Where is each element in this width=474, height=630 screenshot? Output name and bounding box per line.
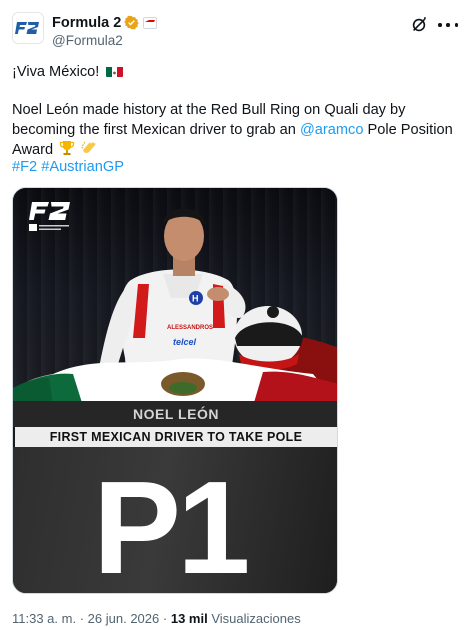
pole-banner: FIRST MEXICAN DRIVER TO TAKE POLE: [15, 427, 337, 447]
avatar[interactable]: [12, 12, 44, 44]
display-name[interactable]: Formula 2: [52, 15, 121, 31]
more-options-icon[interactable]: [438, 16, 458, 34]
account-names: Formula 2 @Formula2: [52, 14, 158, 48]
tweet: Formula 2 @Formula2 ¡Viva México! Noel L…: [0, 0, 474, 630]
f2-logo: [29, 202, 70, 231]
tweet-body: Noel León made history at the Red Bull R…: [12, 100, 462, 160]
hashtags: #F2 #AustrianGP: [12, 157, 462, 177]
tweet-meta: 11:33 a. m. · 26 jun. 2026 · 13 mil Visu…: [12, 611, 301, 626]
tweet-time[interactable]: 11:33 a. m.: [12, 611, 76, 626]
svg-text:P1: P1: [93, 469, 247, 581]
tweet-media[interactable]: H ALESSANDROS telcel NOEL LEÓN FIRST MEX…: [12, 187, 338, 594]
verified-badge-icon: [124, 15, 139, 30]
p1-text: P1: [93, 469, 251, 581]
views-label: Visualizaciones: [211, 611, 301, 626]
mention-link[interactable]: @aramco: [300, 122, 363, 138]
tweet-greeting: ¡Viva México!: [12, 64, 100, 80]
affiliate-badge-icon[interactable]: [143, 16, 158, 29]
driver-photo[interactable]: H ALESSANDROS telcel: [13, 188, 337, 406]
svg-text:H: H: [192, 294, 199, 304]
meta-separator: ·: [79, 611, 85, 626]
clapping-hands-icon: [81, 141, 96, 153]
tweet-date[interactable]: 26 jun. 2026: [88, 611, 160, 626]
tweet-header: Formula 2 @Formula2: [12, 10, 462, 50]
grok-icon[interactable]: [410, 16, 428, 34]
views-count: 13 mil: [170, 611, 208, 626]
p1-graphic: P1: [13, 447, 337, 593]
handle[interactable]: @Formula2: [52, 33, 157, 48]
meta-separator: ·: [162, 611, 168, 626]
hashtag-austriangp[interactable]: #AustrianGP: [41, 159, 124, 175]
suit-telcel-text: telcel: [173, 337, 197, 347]
suit-sponsor-text: ALESSANDROS: [167, 325, 213, 331]
tweet-text-line1: ¡Viva México!: [12, 62, 462, 82]
driver-name-bar: NOEL LEÓN: [13, 401, 337, 427]
hashtag-f2[interactable]: #F2: [12, 159, 37, 175]
mexico-flag-icon: [106, 65, 124, 77]
trophy-icon: [60, 141, 75, 155]
f2-logo-icon: [15, 22, 39, 34]
